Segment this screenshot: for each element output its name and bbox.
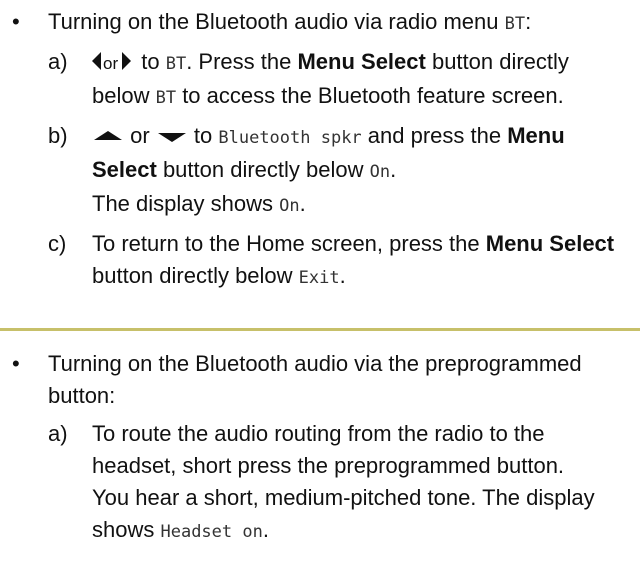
step-text: .: [262, 517, 269, 542]
to-text: to: [187, 123, 219, 148]
bullet-item-radio-menu: • Turning on the Bluetooth audio via rad…: [0, 6, 640, 40]
step-c: c) To return to the Home screen, press t…: [0, 228, 640, 294]
step-text: and press the: [361, 123, 508, 148]
left-arrow-icon: [92, 52, 101, 71]
code-headset-on: Headset on: [160, 522, 263, 542]
section-divider: [0, 328, 640, 331]
bullet: •: [12, 9, 20, 34]
step-label: b): [48, 123, 68, 148]
step-text: .: [299, 191, 306, 216]
step-text: .: [339, 263, 346, 288]
up-arrow-icon: [94, 130, 122, 140]
step-a: a) or to BT. Press the Menu Select butto…: [0, 46, 640, 114]
code-bt: BT: [165, 54, 187, 74]
step-result-text: The display shows: [92, 191, 280, 216]
intro-text: Turning on the Bluetooth audio via the p…: [48, 351, 582, 408]
step-text: To return to the Home screen, press the: [92, 231, 486, 256]
code-exit: Exit: [298, 268, 340, 288]
intro-end: :: [525, 9, 532, 34]
section-preprogrammed-button: • Turning on the Bluetooth audio via the…: [0, 348, 640, 548]
code-bt: BT: [155, 88, 177, 108]
to-text: to: [135, 49, 166, 74]
code-bluetooth-spkr: Bluetooth spkr: [218, 128, 362, 148]
step-text: button directly below: [156, 157, 370, 182]
step-b: b) or to Bluetooth spkr and press the Me…: [0, 120, 640, 222]
code-bt: BT: [504, 14, 526, 34]
or-text: or: [103, 54, 119, 73]
code-on: On: [369, 162, 391, 182]
code-on: On: [279, 196, 300, 216]
menu-select-label: Menu Select: [297, 49, 426, 74]
menu-select-label: Menu Select: [485, 231, 615, 256]
step-label: c): [48, 231, 67, 256]
step-text: .: [390, 157, 397, 182]
bullet: •: [12, 351, 20, 376]
right-arrow-icon: [122, 52, 132, 71]
step-text: button directly below: [92, 263, 299, 288]
down-arrow-icon: [157, 132, 186, 142]
step-text: . Press the: [186, 49, 298, 74]
section-radio-menu: • Turning on the Bluetooth audio via rad…: [0, 6, 640, 294]
step-label: a): [48, 421, 68, 446]
intro-text: Turning on the Bluetooth audio via radio…: [48, 9, 505, 34]
step-label: a): [48, 49, 68, 74]
step-text: To route the audio routing from the radi…: [92, 421, 565, 478]
step-a: a) To route the audio routing from the r…: [0, 418, 640, 548]
or-text: or: [124, 123, 156, 148]
step-text: to access the Bluetooth feature screen.: [176, 83, 564, 108]
bullet-item-preprogrammed: • Turning on the Bluetooth audio via the…: [0, 348, 640, 412]
